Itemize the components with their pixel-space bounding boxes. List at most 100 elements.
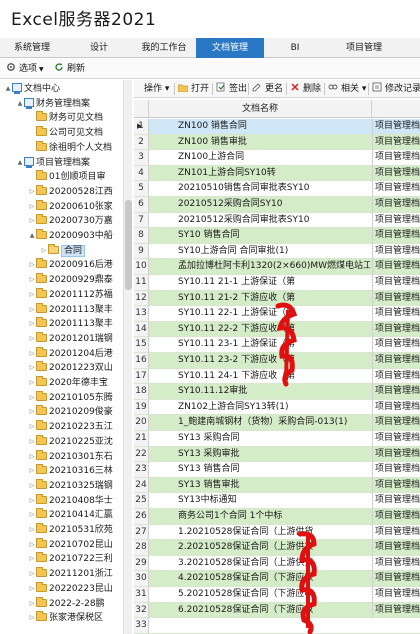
operation-menu-button[interactable]: 操作 ▾ (144, 82, 169, 96)
document-name-cell[interactable]: SY10.11 21-2 下游应收（第 (178, 291, 370, 307)
document-name-cell[interactable]: SY13 销售合同 (178, 462, 370, 478)
document-name-cell[interactable]: 6.20210528保证合同（下游应收 (178, 603, 370, 619)
expand-icon[interactable]: ▷ (28, 303, 36, 317)
tree-item[interactable]: ▲ 文档中心 (4, 82, 60, 96)
tree-item[interactable]: ▷ 合同 (40, 243, 86, 258)
table-row[interactable]: 9 SY10上游合同 合同审批(1)项目管理档案 (134, 243, 420, 260)
document-name-cell[interactable]: SY13 采购合同 (178, 431, 370, 447)
document-name-cell[interactable]: SY10 销售合同 (178, 228, 370, 244)
table-row[interactable]: 15 SY10.11 23-1 上游保证（第项目管理档案 (134, 337, 420, 353)
table-row[interactable]: 31 5.20210528保证合同（下游应收项目管理档案 (134, 587, 420, 603)
document-name-cell[interactable]: SY10.11 22-2 下游应收（第 (178, 322, 370, 338)
tree-scrollbar[interactable] (123, 80, 132, 634)
document-name-cell[interactable]: 5.20210528保证合同（下游应收 (178, 587, 370, 603)
document-name-cell[interactable]: 3.20210528保证合同（上游供货 (178, 556, 370, 572)
tree-item[interactable]: ▷ 20210414汇赢 (28, 508, 113, 522)
tree-item[interactable]: ▷ 20210225亚沈 (28, 434, 113, 449)
document-name-cell[interactable]: SY13 销售审批 (178, 478, 370, 494)
expand-icon[interactable]: ▷ (28, 258, 36, 272)
table-row[interactable]: 17 SY10.11 24-1 下游应收（第项目管理档案 (134, 368, 420, 385)
table-row[interactable]: 7 20210512采购合同审批表SY10项目管理档案 (134, 212, 420, 229)
expand-icon[interactable]: ▷ (28, 376, 36, 390)
tree-item[interactable]: ▷ 2020年德丰宝 (28, 376, 108, 390)
collapse-icon[interactable]: ▲ (28, 229, 36, 243)
expand-icon[interactable]: ▷ (28, 288, 36, 302)
column-header-name[interactable]: 文档名称 (149, 100, 372, 118)
table-row[interactable]: 11 SY10.11 21-1 上游保证（第项目管理档案 (134, 275, 420, 291)
table-row[interactable]: 19 ZN102上游合同SY13转(1)项目管理档案 (134, 399, 420, 416)
document-name-cell[interactable]: ZN100上游合同 (178, 150, 370, 166)
tree-item[interactable]: ▷ 20201113聚丰 (28, 317, 113, 331)
tree-item[interactable]: ▷ 张家港保税区 (28, 611, 103, 625)
menu-item[interactable]: 设计 (76, 38, 122, 58)
expand-icon[interactable]: ▷ (28, 332, 36, 346)
expand-icon[interactable]: ▷ (28, 611, 36, 625)
document-name-cell[interactable]: SY10.11 23-1 上游保证（第 (178, 337, 370, 353)
document-name-cell[interactable]: 4.20210528保证合同（下游应收 (178, 571, 370, 587)
expand-icon[interactable]: ▷ (28, 420, 36, 434)
tree-item[interactable]: ▷ 20210325瑞钢 (28, 478, 113, 493)
menu-item[interactable]: 文档管理 (196, 38, 264, 58)
tree-item[interactable]: ▷ 20210702昆山 (28, 537, 113, 552)
table-row[interactable]: 3 ZN100上游合同项目管理档案 (134, 150, 420, 166)
history-button[interactable]: 修改记录 (372, 82, 420, 96)
table-row[interactable]: 24 SY13 销售审批项目管理档案 (134, 477, 420, 494)
tree-item[interactable]: 财务可见文档 (28, 111, 103, 125)
checkout-button[interactable]: 签出 (216, 82, 247, 96)
document-name-cell[interactable]: 20210510销售合同审批表SY10 (178, 181, 370, 197)
options-button[interactable]: 选项 ▼ (6, 62, 44, 76)
tree-item[interactable]: ▲ 项目管理档案 (16, 156, 90, 170)
tree-item[interactable]: ▷ 20210408华士 (28, 493, 113, 508)
expand-icon[interactable]: ▷ (28, 405, 36, 419)
expand-icon[interactable]: ▷ (28, 582, 36, 596)
document-name-cell[interactable]: ZN102上游合同SY13转(1) (178, 400, 370, 416)
expand-icon[interactable]: ▷ (28, 494, 36, 508)
menu-item[interactable]: BI (272, 38, 318, 58)
table-row[interactable]: 13 SY10.11 22-1 上游保证（第项目管理档案 (134, 306, 420, 322)
document-name-cell[interactable]: 孟加拉博杜阿卡利1320(2×660)MW燃煤电站工程... (178, 259, 370, 275)
expand-icon[interactable]: ▷ (28, 538, 36, 552)
tree-item[interactable]: 公司可见文档 (28, 126, 103, 140)
table-row[interactable]: 23 SY13 销售合同项目管理档案 (134, 462, 420, 478)
tree-item[interactable]: ▷ 20201204后港 (28, 346, 113, 361)
tree-item[interactable]: ▷ 20210531欣苑 (28, 523, 113, 537)
table-row[interactable]: 10 孟加拉博杜阿卡利1320(2×660)MW燃煤电站工程...项目管理档案 (134, 259, 420, 275)
tree-item[interactable]: ▲ 财务管理档案 (16, 97, 90, 111)
table-row[interactable]: 25 SY13中标通知项目管理档案 (134, 493, 420, 509)
table-row[interactable]: 27 1.20210528保证合同（上游供货项目管理档案 (134, 524, 420, 541)
expand-icon[interactable]: ▷ (28, 317, 36, 331)
tree-scrollbar-thumb[interactable] (125, 200, 132, 290)
document-name-cell[interactable]: SY10.11.12审批 (178, 384, 370, 400)
document-name-cell[interactable]: 20210512采购合同SY10 (178, 197, 370, 213)
document-name-cell[interactable]: SY10.11 23-2 下游应收（第 (178, 353, 370, 369)
table-row[interactable]: 8 SY10 销售合同项目管理档案 (134, 228, 420, 244)
table-row[interactable]: 16 SY10.11 23-2 下游应收（第项目管理档案 (134, 353, 420, 369)
open-button[interactable]: 打开 (177, 82, 209, 96)
rename-button[interactable]: 更名 (252, 82, 283, 96)
expand-icon[interactable]: ▷ (28, 214, 36, 228)
refresh-button[interactable]: 刷新 (54, 62, 85, 76)
expand-icon[interactable]: ▷ (28, 347, 36, 361)
expand-icon[interactable]: ▷ (28, 464, 36, 478)
tree-item[interactable]: 01创顺项目审 (28, 170, 105, 184)
tree-item[interactable]: ▷ 20210316三林 (28, 464, 113, 478)
expand-icon[interactable]: ▷ (28, 185, 36, 199)
menu-item[interactable]: 项目管理 (326, 38, 402, 58)
tree-item[interactable]: ▷ 20210105东腾 (28, 390, 113, 405)
menu-item[interactable]: 系统管理 (4, 38, 60, 58)
tree-item[interactable]: ▷ 20200610张家 (28, 199, 113, 214)
document-name-cell[interactable]: 1_鲍建南城钢材（货物）采购合同-013(1) (178, 415, 370, 431)
collapse-icon[interactable]: ▲ (16, 156, 24, 170)
document-name-cell[interactable]: SY10.11 24-1 下游应收（第 (178, 369, 370, 385)
expand-icon[interactable]: ▷ (28, 552, 36, 566)
table-row[interactable]: 28 2.20210528保证合同（上游供货项目管理档案 (134, 540, 420, 556)
document-name-cell[interactable]: 20210512采购合同审批表SY10 (178, 213, 370, 229)
document-name-cell[interactable]: SY10.11 22-1 上游保证（第 (178, 306, 370, 322)
document-name-cell[interactable]: 1.20210528保证合同（上游供货 (178, 525, 370, 541)
document-name-cell[interactable]: ZN100 销售审批 (178, 135, 370, 151)
expand-icon[interactable]: ▷ (28, 508, 36, 522)
expand-icon[interactable]: ▷ (28, 273, 36, 287)
tree-item[interactable]: ▷ 20210209俊豪 (28, 405, 113, 419)
collapse-icon[interactable]: ▲ (4, 82, 12, 96)
document-name-cell[interactable]: 商务公司1个合同 1个中标 (178, 509, 370, 525)
